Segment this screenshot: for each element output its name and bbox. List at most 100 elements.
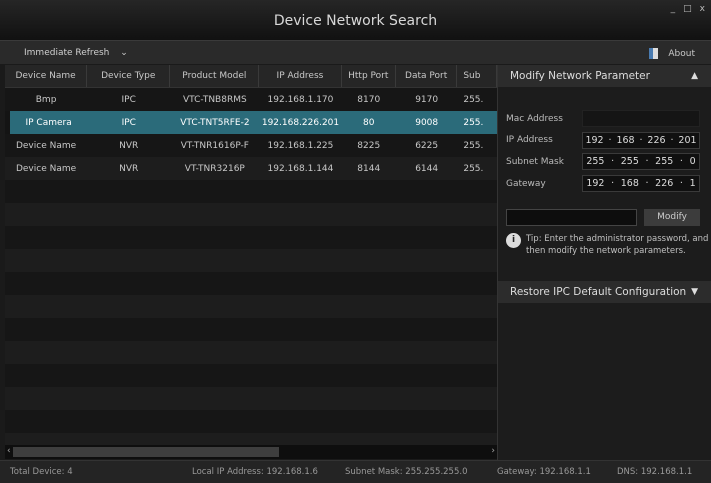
empty-row	[5, 295, 497, 318]
toolbar: Immediate Refresh ⌄ About	[0, 40, 711, 64]
mac-field[interactable]	[582, 110, 700, 127]
mask-octet[interactable]: 0	[690, 156, 696, 167]
table-cell: IPC	[121, 94, 136, 105]
local-ip: Local IP Address: 192.168.1.6	[192, 467, 318, 477]
ip-octet[interactable]: 168	[616, 135, 634, 146]
modify-network-title: Modify Network Parameter	[510, 70, 650, 82]
table-cell: 192.168.226.201	[261, 117, 340, 128]
table-cell: Device Name	[15, 140, 77, 151]
empty-row	[5, 387, 497, 410]
col-device-type[interactable]: Device Type	[87, 65, 171, 87]
restore-default-title: Restore IPC Default Configuration	[510, 286, 687, 298]
col-subnet[interactable]: Sub	[457, 65, 497, 87]
expand-down-icon[interactable]: ▼	[691, 281, 698, 303]
empty-row	[5, 318, 497, 341]
status-bar: Total Device: 4 Local IP Address: 192.16…	[0, 460, 711, 483]
gateway-field[interactable]: 192 · 168 · 226 · 1	[582, 175, 700, 192]
table-row[interactable]: Device Name NVR VT-TNR3216P 192.168.1.144 81…	[5, 157, 497, 180]
ip-address-field[interactable]: 192 · 168 · 226 · 201	[582, 132, 700, 149]
close-button[interactable]: x	[700, 4, 705, 14]
table-cell: 255.	[463, 140, 484, 151]
table-cell: 255.	[463, 117, 484, 128]
scroll-left-icon[interactable]: ‹	[7, 446, 11, 456]
gw-octet[interactable]: 1	[690, 178, 696, 189]
table-cell: 8170	[357, 94, 381, 105]
refresh-label: Immediate Refresh	[24, 48, 110, 58]
table-cell: 6225	[415, 140, 439, 151]
maximize-button[interactable]: □	[683, 4, 692, 14]
col-ip-address[interactable]: IP Address	[259, 65, 342, 87]
table-cell: NVR	[119, 140, 139, 151]
local-dns: DNS: 192.168.1.1	[617, 467, 693, 477]
empty-row	[5, 249, 497, 272]
col-product-model[interactable]: Product Model	[170, 65, 260, 87]
ip-octet[interactable]: 226	[647, 135, 665, 146]
table-cell: 8144	[357, 163, 381, 174]
empty-row	[5, 341, 497, 364]
local-subnet-mask: Subnet Mask: 255.255.255.0	[345, 467, 468, 477]
mask-octet[interactable]: 255	[621, 156, 639, 167]
subnet-mask-field[interactable]: 255 · 255 · 255 · 0	[582, 153, 700, 170]
restore-default-header[interactable]: Restore IPC Default Configuration ▼	[498, 281, 711, 303]
col-data-port[interactable]: Data Port	[396, 65, 458, 87]
local-gateway: Gateway: 192.168.1.1	[497, 467, 591, 477]
table-cell: VTC-TNB8RMS	[182, 94, 247, 105]
mask-octet[interactable]: 255	[655, 156, 673, 167]
table-row[interactable]: Device Name NVR VT-TNR1616P-F 192.168.1.225…	[5, 134, 497, 157]
table-cell: 192.168.1.144	[267, 163, 334, 174]
horizontal-scrollbar[interactable]: ‹ ›	[5, 445, 497, 459]
immediate-refresh-button[interactable]: Immediate Refresh ⌄	[24, 48, 128, 58]
book-icon	[649, 48, 659, 59]
empty-row	[5, 272, 497, 295]
tip-text: Tip: Enter the administrator password, a…	[526, 234, 709, 256]
gw-octet[interactable]: 192	[586, 178, 604, 189]
col-http-port[interactable]: Http Port	[342, 65, 396, 87]
table-cell: 192.168.1.225	[267, 140, 334, 151]
mac-label: Mac Address	[506, 114, 563, 124]
table-cell: IP Camera	[25, 117, 72, 128]
minimize-button[interactable]: _	[671, 4, 676, 14]
table-row[interactable]: Bmp IPC VTC-TNB8RMS 192.168.1.170 8170 9170 25…	[5, 88, 497, 111]
table-row[interactable]: IP Camera IPC VTC-TNT5RFE-2 192.168.226.201…	[10, 111, 497, 134]
table-cell: VT-TNR1616P-F	[180, 140, 249, 151]
modify-network-header[interactable]: Modify Network Parameter ▲	[498, 65, 711, 87]
gw-octet[interactable]: 226	[655, 178, 673, 189]
empty-row	[5, 364, 497, 387]
mask-octet[interactable]: 255	[586, 156, 604, 167]
table-cell: 8225	[357, 140, 381, 151]
chevron-down-icon[interactable]: ⌄	[120, 48, 128, 58]
empty-row	[5, 226, 497, 249]
ip-octet[interactable]: 192	[585, 135, 603, 146]
modify-button[interactable]: Modify	[644, 209, 700, 226]
gw-octet[interactable]: 168	[621, 178, 639, 189]
table-cell: 9008	[415, 117, 439, 128]
table-cell: VT-TNR3216P	[184, 163, 245, 174]
ip-octet[interactable]: 201	[678, 135, 696, 146]
about-label: About	[668, 48, 695, 59]
info-icon: i	[506, 233, 521, 248]
table-cell: NVR	[119, 163, 139, 174]
scroll-right-icon[interactable]: ›	[491, 446, 495, 456]
table-cell: Bmp	[35, 94, 57, 105]
scroll-thumb[interactable]	[13, 447, 279, 457]
empty-row	[5, 433, 497, 445]
table-cell: VTC-TNT5RFE-2	[180, 117, 250, 128]
window-title: Device Network Search	[273, 13, 438, 29]
about-button[interactable]: About	[649, 48, 695, 59]
password-input[interactable]	[506, 209, 637, 226]
right-panel: Modify Network Parameter ▲ Mac Address I…	[497, 65, 711, 460]
table-cell: IPC	[121, 117, 136, 128]
collapse-up-icon[interactable]: ▲	[691, 65, 698, 87]
table-cell: 255.	[463, 94, 484, 105]
empty-row	[5, 410, 497, 433]
table-header: Device Name Device Type Product Model IP…	[5, 65, 497, 88]
tip: i Tip: Enter the administrator password,…	[506, 233, 710, 257]
col-device-name[interactable]: Device Name	[5, 65, 88, 87]
empty-row	[5, 180, 497, 203]
table-cell: 80	[363, 117, 375, 128]
total-devices: Total Device: 4	[10, 467, 73, 477]
gateway-label: Gateway	[506, 179, 546, 189]
mask-label: Subnet Mask	[506, 157, 564, 167]
table-cell: Device Name	[15, 163, 77, 174]
table-cell: 6144	[415, 163, 439, 174]
